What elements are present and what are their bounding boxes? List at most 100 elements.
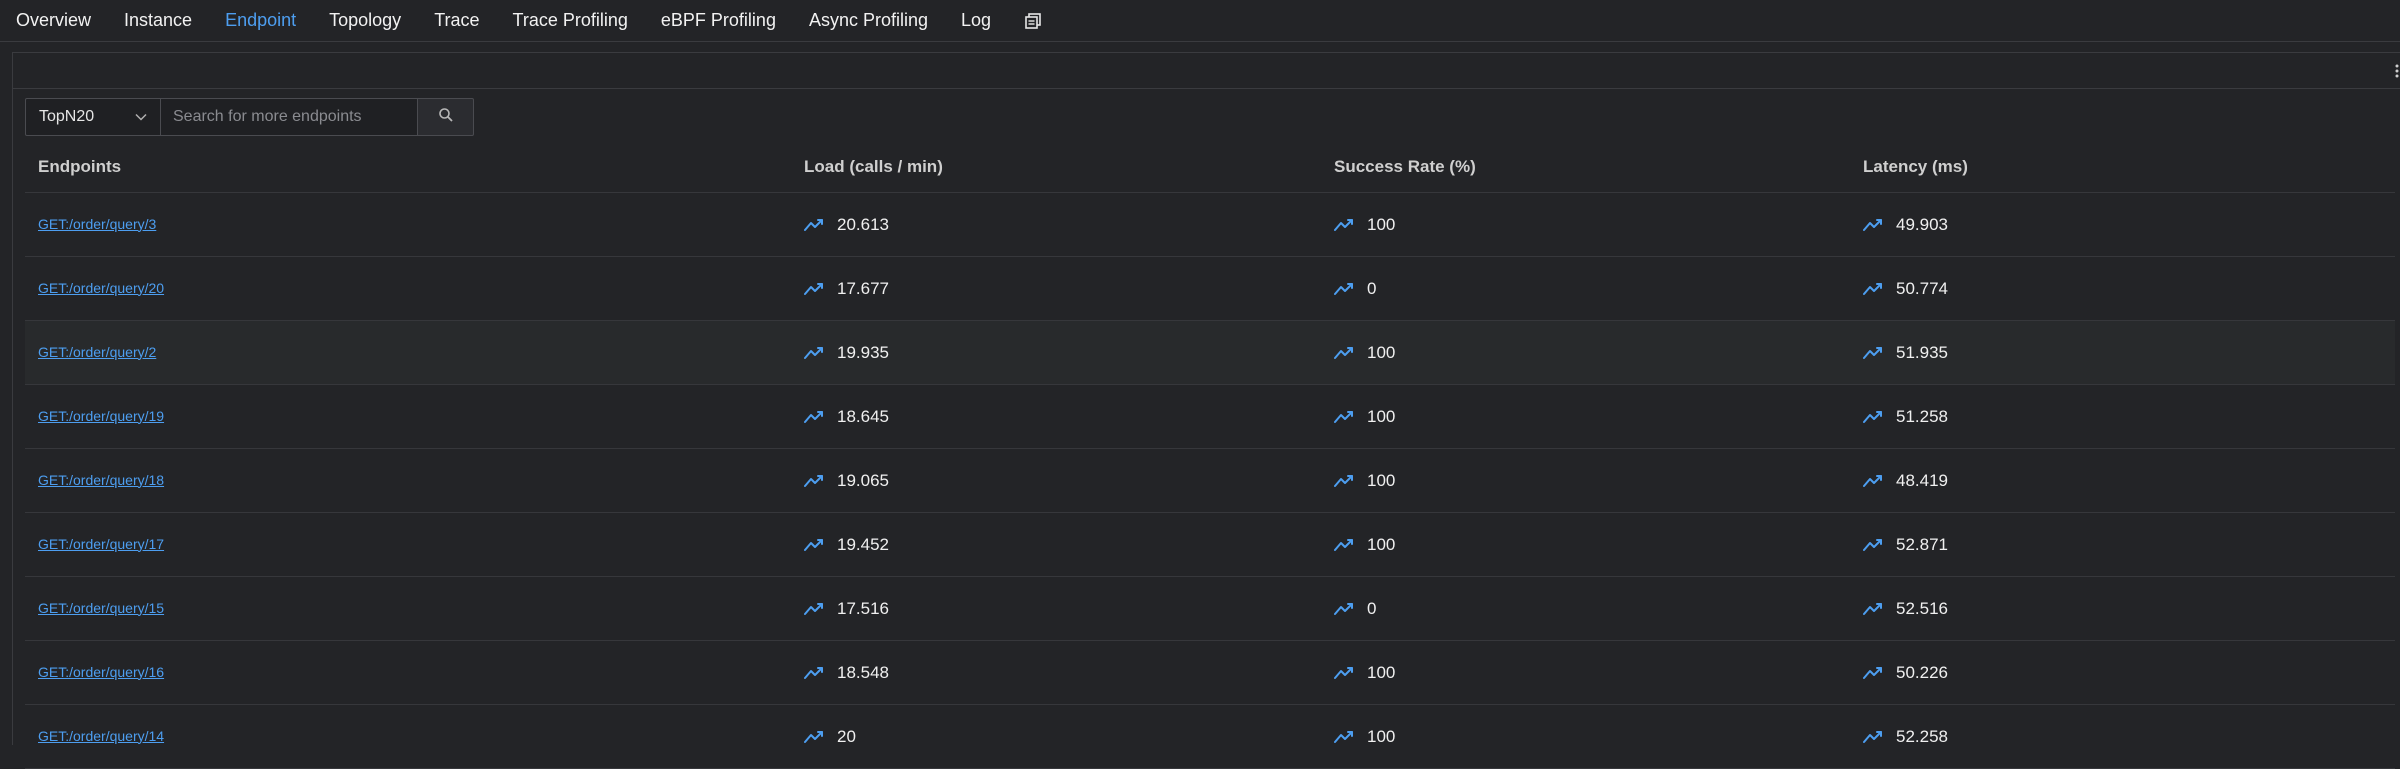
- endpoint-search-input[interactable]: [161, 98, 418, 136]
- latency-trend-icon[interactable]: [1863, 666, 1883, 680]
- table-row: GET:/order/query/20 17.677 0 50.774: [25, 257, 2395, 321]
- endpoint-cell: GET:/order/query/15: [25, 600, 804, 618]
- table-header-row: Endpoints Load (calls / min) Success Rat…: [25, 141, 2395, 193]
- panel-menu-icon[interactable]: [2394, 61, 2400, 81]
- load-cell: 19.065: [804, 471, 1334, 491]
- endpoint-link[interactable]: GET:/order/query/2: [38, 344, 156, 360]
- success-rate-cell: 0: [1334, 599, 1863, 619]
- load-cell: 19.452: [804, 535, 1334, 555]
- endpoint-link[interactable]: GET:/order/query/3: [38, 216, 156, 232]
- load-trend-icon[interactable]: [804, 346, 824, 360]
- endpoint-link[interactable]: GET:/order/query/19: [38, 408, 164, 424]
- success-rate-cell: 100: [1334, 663, 1863, 683]
- copy-tabs-icon[interactable]: [1024, 12, 1042, 30]
- success-value: 0: [1367, 598, 1377, 618]
- latency-value: 52.871: [1896, 534, 1948, 554]
- latency-value: 49.903: [1896, 214, 1948, 234]
- endpoint-cell: GET:/order/query/20: [25, 280, 804, 298]
- tab-topology[interactable]: Topology: [329, 10, 401, 31]
- latency-cell: 50.226: [1863, 663, 2395, 683]
- success-trend-icon[interactable]: [1334, 602, 1354, 616]
- latency-trend-icon[interactable]: [1863, 410, 1883, 424]
- load-cell: 20.613: [804, 215, 1334, 235]
- load-trend-icon[interactable]: [804, 538, 824, 552]
- success-value: 100: [1367, 214, 1396, 234]
- endpoint-link[interactable]: GET:/order/query/14: [38, 728, 164, 744]
- table-row: GET:/order/query/15 17.516 0 52.516: [25, 577, 2395, 641]
- load-cell: 17.516: [804, 599, 1334, 619]
- tab-log[interactable]: Log: [961, 10, 991, 31]
- load-cell: 19.935: [804, 343, 1334, 363]
- success-trend-icon[interactable]: [1334, 474, 1354, 488]
- endpoint-cell: GET:/order/query/3: [25, 216, 804, 234]
- success-trend-icon[interactable]: [1334, 666, 1354, 680]
- tab-instance[interactable]: Instance: [124, 10, 192, 31]
- load-trend-icon[interactable]: [804, 602, 824, 616]
- load-value: 17.516: [837, 598, 889, 618]
- success-trend-icon[interactable]: [1334, 346, 1354, 360]
- latency-trend-icon[interactable]: [1863, 474, 1883, 488]
- endpoint-link[interactable]: GET:/order/query/17: [38, 536, 164, 552]
- latency-cell: 49.903: [1863, 215, 2395, 235]
- latency-trend-icon[interactable]: [1863, 538, 1883, 552]
- load-value: 18.645: [837, 406, 889, 426]
- latency-trend-icon[interactable]: [1863, 346, 1883, 360]
- success-trend-icon[interactable]: [1334, 282, 1354, 296]
- tab-endpoint[interactable]: Endpoint: [225, 10, 296, 31]
- endpoint-filter-controls: TopN20: [25, 98, 474, 136]
- success-value: 100: [1367, 342, 1396, 362]
- latency-value: 50.774: [1896, 278, 1948, 298]
- load-cell: 18.548: [804, 663, 1334, 683]
- load-value: 17.677: [837, 278, 889, 298]
- latency-cell: 52.516: [1863, 599, 2395, 619]
- load-trend-icon[interactable]: [804, 474, 824, 488]
- success-trend-icon[interactable]: [1334, 538, 1354, 552]
- endpoint-list-panel: TopN20 Endpoints Load (calls / min) Succ…: [12, 52, 2400, 769]
- latency-cell: 51.258: [1863, 407, 2395, 427]
- success-rate-cell: 100: [1334, 343, 1863, 363]
- tab-async-profiling[interactable]: Async Profiling: [809, 10, 928, 31]
- dashboard-tab-bar: Overview Instance Endpoint Topology Trac…: [0, 0, 2400, 42]
- success-trend-icon[interactable]: [1334, 218, 1354, 232]
- load-trend-icon[interactable]: [804, 666, 824, 680]
- table-row: GET:/order/query/14 20 100 52.258: [25, 705, 2395, 769]
- endpoint-link[interactable]: GET:/order/query/18: [38, 472, 164, 488]
- endpoint-link[interactable]: GET:/order/query/15: [38, 600, 164, 616]
- latency-cell: 52.871: [1863, 535, 2395, 555]
- success-value: 0: [1367, 278, 1377, 298]
- tab-overview[interactable]: Overview: [16, 10, 91, 31]
- load-cell: 17.677: [804, 279, 1334, 299]
- latency-trend-icon[interactable]: [1863, 602, 1883, 616]
- search-button[interactable]: [418, 98, 474, 136]
- tab-trace[interactable]: Trace: [434, 10, 479, 31]
- latency-trend-icon[interactable]: [1863, 282, 1883, 296]
- load-trend-icon[interactable]: [804, 218, 824, 232]
- success-rate-cell: 100: [1334, 535, 1863, 555]
- tab-ebpf-profiling[interactable]: eBPF Profiling: [661, 10, 776, 31]
- header-load: Load (calls / min): [804, 156, 943, 176]
- latency-cell: 51.935: [1863, 343, 2395, 363]
- topn-select[interactable]: TopN20: [25, 98, 161, 136]
- success-rate-cell: 100: [1334, 471, 1863, 491]
- success-trend-icon[interactable]: [1334, 410, 1354, 424]
- topn-select-value: TopN20: [39, 108, 95, 125]
- load-value: 20: [837, 726, 856, 746]
- endpoint-cell: GET:/order/query/16: [25, 664, 804, 682]
- search-icon: [438, 107, 454, 128]
- latency-trend-icon[interactable]: [1863, 218, 1883, 232]
- endpoint-link[interactable]: GET:/order/query/20: [38, 280, 164, 296]
- success-trend-icon[interactable]: [1334, 730, 1354, 744]
- success-value: 100: [1367, 470, 1396, 490]
- load-value: 19.452: [837, 534, 889, 554]
- header-success-rate: Success Rate (%): [1334, 156, 1476, 176]
- load-trend-icon[interactable]: [804, 410, 824, 424]
- endpoint-link[interactable]: GET:/order/query/16: [38, 664, 164, 680]
- load-value: 20.613: [837, 214, 889, 234]
- load-trend-icon[interactable]: [804, 282, 824, 296]
- load-trend-icon[interactable]: [804, 730, 824, 744]
- success-value: 100: [1367, 662, 1396, 682]
- panel-header: [13, 53, 2400, 89]
- latency-trend-icon[interactable]: [1863, 730, 1883, 744]
- tab-trace-profiling[interactable]: Trace Profiling: [513, 10, 628, 31]
- table-row: GET:/order/query/16 18.548 100 50.226: [25, 641, 2395, 705]
